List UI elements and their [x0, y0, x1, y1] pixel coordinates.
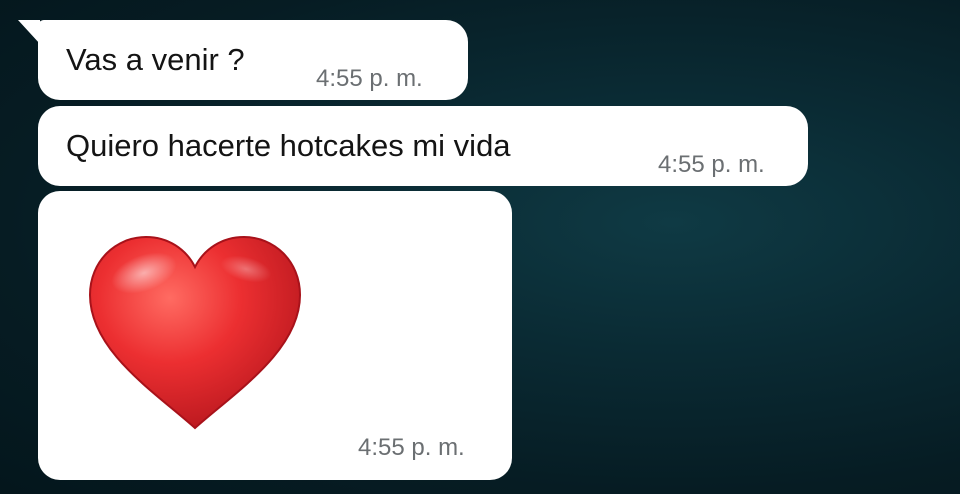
chat-area: Vas a venir ? 4:55 p. m. Quiero hacerte … [0, 0, 960, 494]
message-text: Vas a venir ? [66, 42, 245, 77]
message-bubble[interactable]: Quiero hacerte hotcakes mi vida 4:55 p. … [38, 106, 808, 186]
message-timestamp: 4:55 p. m. [658, 151, 765, 178]
message-timestamp: 4:55 p. m. [316, 65, 423, 92]
emoji-message-bubble[interactable]: 4:55 p. m. [38, 191, 512, 480]
red-heart-icon [88, 235, 302, 430]
bubble-tail [18, 20, 40, 44]
message-bubble[interactable]: Vas a venir ? 4:55 p. m. [18, 20, 468, 100]
message-text: Quiero hacerte hotcakes mi vida [66, 128, 511, 163]
message-timestamp: 4:55 p. m. [358, 434, 465, 461]
